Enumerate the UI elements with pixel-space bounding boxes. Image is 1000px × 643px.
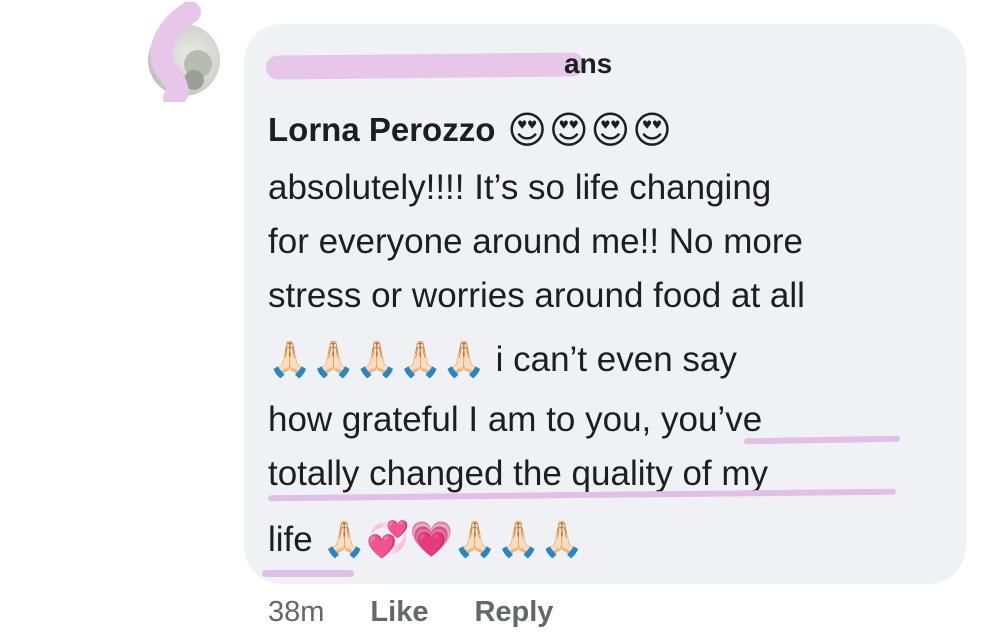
comment-line-7: life 🙏🏻💞💗🙏🏻🙏🏻🙏🏻 (268, 520, 584, 559)
author-name[interactable]: Lorna Perozzo (268, 111, 495, 149)
author-row: Lorna Perozzo 😍😍😍😍 (268, 108, 674, 152)
heart-eyes-emoji-icon: 😍😍😍😍 (507, 108, 674, 152)
reply-button[interactable]: Reply (474, 596, 553, 629)
comment-line-1: absolutely!!!! It’s so life changing (268, 168, 772, 207)
redaction-scribble (150, 2, 201, 102)
highlight-underline-3 (262, 570, 354, 577)
reply-target-name[interactable]: ans (272, 46, 612, 82)
comment-line-4: 🙏🏻🙏🏻🙏🏻🙏🏻🙏🏻 i can’t even say (268, 340, 737, 379)
comment-screen: ans Lorna Perozzo 😍😍😍😍 absolutely!!!! It… (0, 0, 1000, 643)
timestamp[interactable]: 38m (268, 596, 324, 629)
comment-line-2: for everyone around me!! No more (268, 222, 803, 261)
like-button[interactable]: Like (370, 596, 428, 629)
comment-line-3: stress or worries around food at all (268, 276, 805, 315)
comment-actions: 38m Like Reply (268, 596, 553, 629)
comment-line-5: how grateful I am to you, you’ve (268, 400, 763, 439)
comment-line-6: totally changed the quality of my (268, 454, 769, 493)
